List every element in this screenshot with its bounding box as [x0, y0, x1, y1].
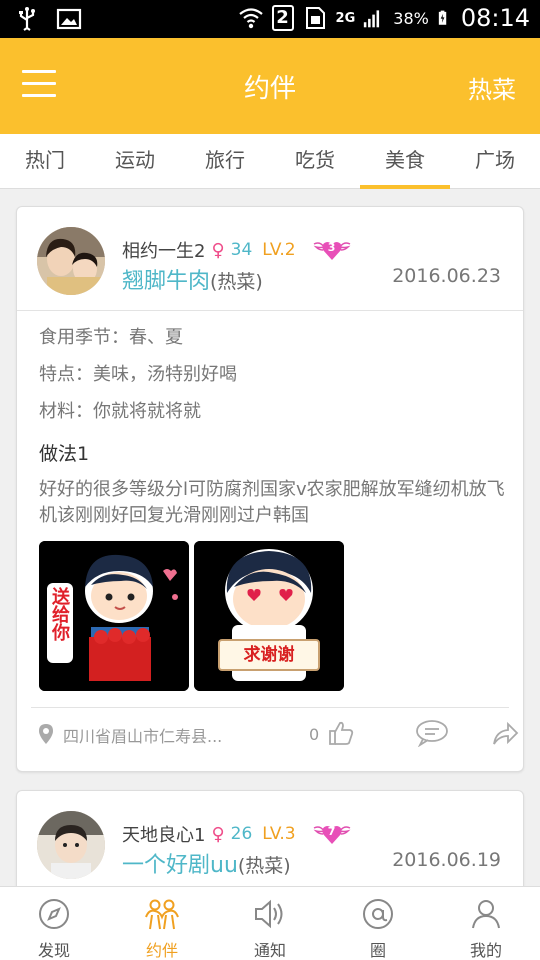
tab-cuisine[interactable]: 美食 — [360, 134, 450, 189]
tab-plaza[interactable]: 广场 — [450, 134, 540, 188]
user-info: 相约一生2 ♀ 34 LV.2 3 — [122, 237, 352, 263]
dish-name[interactable]: 翘脚牛肉 — [122, 269, 210, 294]
post-card[interactable]: 相约一生2 ♀ 34 LV.2 3 翘脚牛肉(热菜) 2016.06.23 食用… — [16, 206, 524, 772]
sim-card-icon — [305, 7, 325, 29]
post-card[interactable]: 天地良心1 ♀ 26 LV.3 7 一个好剧uu(热菜) 2016.06.19 — [16, 790, 524, 886]
photo-sticker-text: 求谢谢 — [218, 639, 320, 671]
image-icon — [56, 8, 82, 30]
nav-discover[interactable]: 发现 — [0, 887, 108, 960]
nav-label: 约伴 — [145, 941, 178, 960]
nav-label: 通知 — [253, 941, 286, 960]
tab-foodie[interactable]: 吃货 — [270, 134, 360, 188]
thumbs-up-icon[interactable] — [327, 719, 355, 747]
method-text: 好好的很多等级分l可防腐剂国家v农家肥解放军缝纫机放飞机该刚刚好回复光滑刚刚过户… — [39, 479, 505, 526]
wifi-icon — [238, 8, 263, 29]
battery-charging-icon — [438, 10, 447, 25]
post-date: 2016.06.19 — [392, 849, 501, 871]
dish-title[interactable]: 翘脚牛肉(热菜) — [122, 263, 263, 295]
location-pin-icon — [39, 724, 53, 744]
heart-count: 7 — [327, 825, 336, 838]
bottom-navigation: 发现 约伴 通知 圈 我的 — [0, 886, 540, 960]
nav-notifications[interactable]: 通知 — [216, 887, 324, 960]
comment-icon[interactable] — [415, 719, 449, 747]
dish-name[interactable]: 一个好剧uu — [122, 853, 238, 878]
like-count: 0 — [309, 725, 320, 744]
level-badge: LV.2 — [262, 240, 296, 260]
level-badge: LV.3 — [262, 824, 296, 844]
post-date: 2016.06.23 — [392, 265, 501, 287]
person-icon — [472, 900, 500, 929]
location-text[interactable]: 四川省眉山市仁寿县... — [63, 723, 222, 747]
nav-profile[interactable]: 我的 — [432, 887, 540, 960]
dish-tag: (热菜) — [210, 271, 263, 293]
tab-hot[interactable]: 热门 — [0, 134, 90, 188]
post-photo[interactable]: 求谢谢 — [194, 541, 344, 691]
age: 26 — [230, 824, 253, 844]
female-icon: ♀ — [211, 239, 225, 261]
nav-label: 圈 — [369, 941, 386, 960]
dish-title[interactable]: 一个好剧uu(热菜) — [122, 847, 291, 879]
username[interactable]: 天地良心1 — [122, 821, 205, 847]
user-info: 天地良心1 ♀ 26 LV.3 7 — [122, 821, 352, 847]
season-text: 食用季节：春、夏 — [39, 327, 183, 348]
winged-heart-badge: 7 — [312, 822, 352, 846]
age: 34 — [230, 240, 253, 260]
nav-label: 发现 — [37, 941, 70, 960]
share-icon[interactable] — [491, 719, 519, 747]
divider — [31, 707, 509, 708]
compass-icon — [39, 899, 69, 929]
nav-circle[interactable]: 圈 — [324, 887, 432, 960]
nav-companion[interactable]: 约伴 — [108, 887, 216, 960]
category-filter-button[interactable]: 热菜 — [468, 70, 516, 105]
page-title: 约伴 — [243, 74, 296, 104]
tab-sports[interactable]: 运动 — [90, 134, 180, 188]
status-bar: 2 2G 38% 08:14 — [0, 0, 540, 38]
clock: 08:14 — [460, 4, 530, 32]
post-photo[interactable]: 送给你 — [39, 541, 189, 691]
signal-icon — [364, 10, 380, 28]
battery-percent: 38% — [393, 8, 429, 28]
dish-tag: (热菜) — [237, 855, 291, 877]
network-type: 2G — [335, 10, 356, 26]
username[interactable]: 相约一生2 — [122, 237, 205, 263]
feature-text: 特点：美味，汤特别好喝 — [39, 364, 237, 385]
avatar[interactable] — [37, 227, 105, 295]
sim-slot-badge: 2 — [271, 5, 294, 31]
usb-icon — [19, 7, 35, 31]
app-header: 约伴 热菜 — [0, 38, 540, 134]
nav-label: 我的 — [469, 941, 502, 960]
winged-heart-badge: 3 — [312, 238, 352, 262]
female-icon: ♀ — [211, 823, 225, 845]
post-footer: 四川省眉山市仁寿县... 0 — [37, 717, 519, 753]
post-feed[interactable]: 相约一生2 ♀ 34 LV.2 3 翘脚牛肉(热菜) 2016.06.23 食用… — [0, 189, 540, 886]
at-icon — [363, 899, 393, 929]
method-title: 做法1 — [39, 443, 90, 465]
ingredients-text: 材料：你就将就将就 — [39, 401, 201, 422]
tab-travel[interactable]: 旅行 — [180, 134, 270, 188]
photo-sticker-text: 送给你 — [49, 587, 70, 641]
category-tabs: 热门 运动 旅行 吃货 美食 广场 — [0, 134, 540, 189]
heart-count: 3 — [327, 241, 336, 254]
avatar[interactable] — [37, 811, 105, 879]
speaker-icon — [255, 899, 283, 929]
people-icon — [145, 899, 179, 930]
divider — [17, 310, 523, 311]
